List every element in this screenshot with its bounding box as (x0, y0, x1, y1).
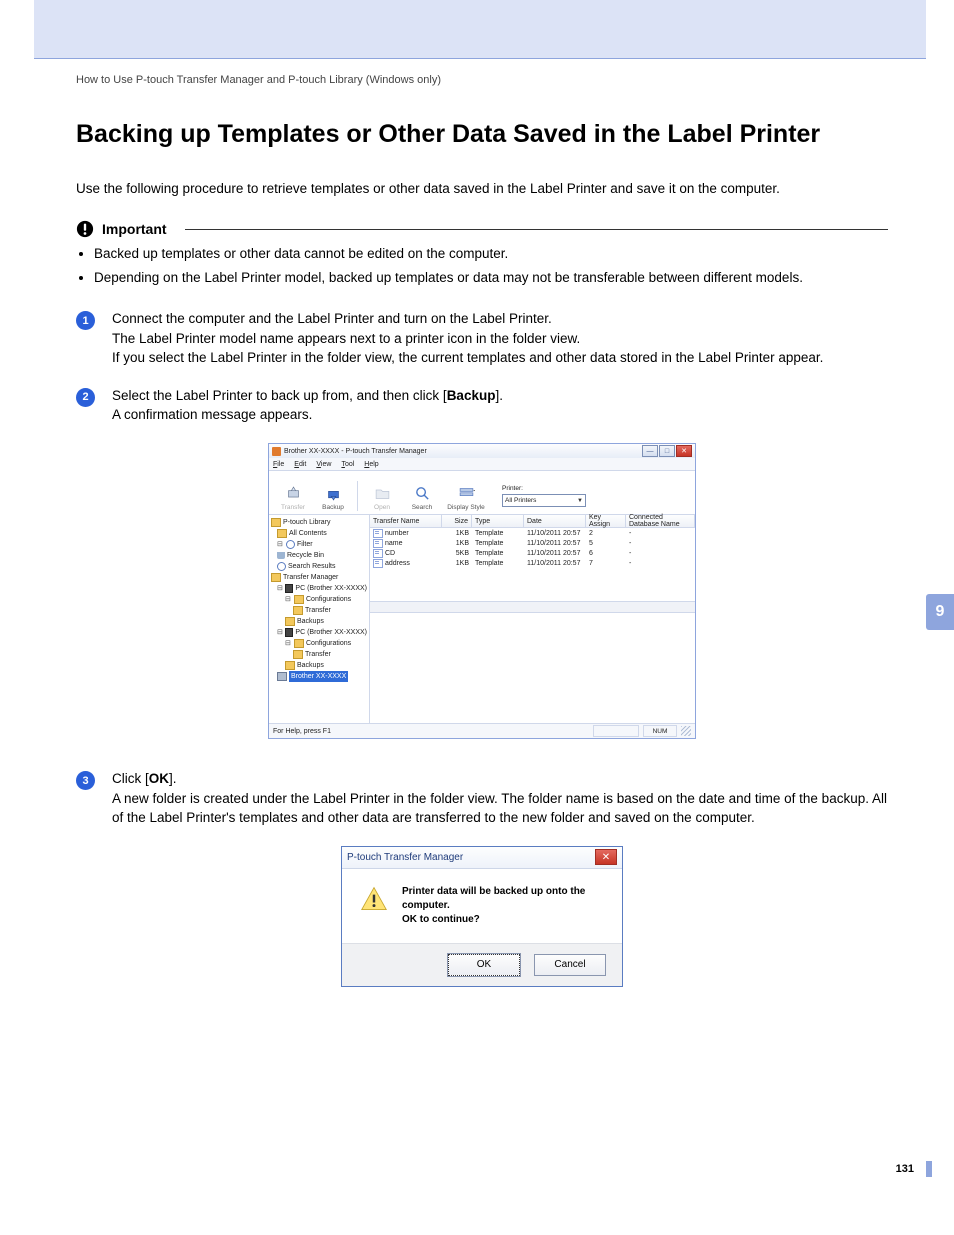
transfer-button[interactable]: Transfer (273, 475, 313, 511)
window-titlebar: Brother XX-XXXX - P-touch Transfer Manag… (269, 444, 695, 458)
step-number: 1 (76, 309, 96, 368)
maximize-button[interactable]: □ (659, 445, 675, 457)
file-list: Transfer Name Size Type Date Key Assign … (370, 515, 695, 723)
printer-dropdown[interactable]: All Printers▼ (502, 494, 586, 507)
list-row[interactable]: name1KBTemplate11/10/2011 20:575- (370, 538, 695, 548)
toolbar: Transfer Backup Open Search Display (269, 471, 695, 515)
search-button[interactable]: Search (402, 475, 442, 511)
list-row[interactable]: address1KBTemplate11/10/2011 20:577- (370, 558, 695, 568)
list-row[interactable]: CD5KBTemplate11/10/2011 20:576- (370, 548, 695, 558)
important-bullet: Backed up templates or other data cannot… (94, 244, 888, 264)
transfer-icon (285, 485, 302, 502)
menu-help[interactable]: Help (364, 461, 378, 468)
step: 1 Connect the computer and the Label Pri… (76, 309, 888, 368)
page-number: 131 (896, 1163, 914, 1175)
tree-node-selected[interactable]: Brother XX-XXXX (271, 671, 367, 682)
tree-node[interactable]: P-touch Library (271, 517, 367, 528)
window-body: P-touch Library All Contents ⊟Filter Rec… (269, 515, 695, 723)
folder-tree: P-touch Library All Contents ⊟Filter Rec… (269, 515, 370, 723)
col-type[interactable]: Type (472, 515, 524, 527)
resize-grip-icon[interactable] (681, 726, 691, 736)
display-style-icon (458, 485, 475, 502)
list-header: Transfer Name Size Type Date Key Assign … (370, 515, 695, 528)
important-rule (185, 229, 888, 230)
app-icon (272, 447, 281, 456)
menu-file[interactable]: File (273, 461, 284, 468)
chevron-down-icon: ▼ (577, 498, 583, 504)
important-header: Important (76, 220, 888, 238)
step-body: Connect the computer and the Label Print… (112, 309, 888, 368)
close-button[interactable]: ✕ (676, 445, 692, 457)
app-window-screenshot: Brother XX-XXXX - P-touch Transfer Manag… (268, 443, 696, 739)
statusbar: For Help, press F1 NUM (269, 723, 695, 738)
status-text: For Help, press F1 (273, 728, 331, 735)
window-title: Brother XX-XXXX - P-touch Transfer Manag… (284, 448, 427, 455)
warning-icon (360, 885, 388, 927)
tree-node[interactable]: Backups (271, 616, 367, 627)
chapter-tab: 9 (926, 594, 954, 630)
open-icon (374, 485, 391, 502)
status-num: NUM (643, 725, 677, 737)
confirmation-dialog: P-touch Transfer Manager ✕ Printer data … (341, 846, 623, 987)
step-number: 3 (76, 769, 96, 828)
backup-icon (325, 485, 342, 502)
menu-view[interactable]: View (316, 461, 331, 468)
dialog-message: Printer data will be backed up onto the … (402, 885, 604, 927)
menubar: File Edit View Tool Help (269, 458, 695, 471)
dialog-close-button[interactable]: ✕ (595, 849, 617, 865)
menu-edit[interactable]: Edit (294, 461, 306, 468)
menu-tool[interactable]: Tool (341, 461, 354, 468)
preview-pane (370, 612, 695, 723)
dialog-titlebar: P-touch Transfer Manager ✕ (342, 847, 622, 869)
step-body: Click [OK]. A new folder is created unde… (112, 769, 888, 828)
step: 2 Select the Label Printer to back up fr… (76, 386, 888, 425)
status-cell (593, 725, 639, 737)
minimize-button[interactable]: — (642, 445, 658, 457)
tree-node[interactable]: ⊟Configurations (271, 594, 367, 605)
tree-node[interactable]: Transfer (271, 649, 367, 660)
exclamation-icon (76, 220, 94, 238)
list-row[interactable]: number1KBTemplate11/10/2011 20:572- (370, 528, 695, 538)
tree-node[interactable]: ⊟Configurations (271, 638, 367, 649)
content: How to Use P-touch Transfer Manager and … (0, 74, 954, 987)
col-db[interactable]: Connected Database Name (626, 515, 695, 527)
search-icon (414, 485, 431, 502)
important-title: Important (102, 221, 167, 237)
page-number-accent (926, 1161, 932, 1177)
tree-node[interactable]: Backups (271, 660, 367, 671)
page-title: Backing up Templates or Other Data Saved… (76, 118, 888, 151)
horizontal-scrollbar[interactable] (370, 601, 695, 612)
tree-node[interactable]: Transfer Manager (271, 572, 367, 583)
page: How to Use P-touch Transfer Manager and … (0, 0, 954, 1235)
col-key[interactable]: Key Assign (586, 515, 626, 527)
list-rows: number1KBTemplate11/10/2011 20:572- name… (370, 528, 695, 601)
col-name[interactable]: Transfer Name (370, 515, 442, 527)
important-bullet: Depending on the Label Printer model, ba… (94, 268, 888, 288)
open-button[interactable]: Open (362, 475, 402, 511)
important-list: Backed up templates or other data cannot… (76, 244, 888, 287)
col-size[interactable]: Size (442, 515, 472, 527)
intro-paragraph: Use the following procedure to retrieve … (76, 179, 888, 199)
tree-node[interactable]: ⊟Filter (271, 539, 367, 550)
ok-button[interactable]: OK (448, 954, 520, 976)
tree-node[interactable]: Transfer (271, 605, 367, 616)
col-date[interactable]: Date (524, 515, 586, 527)
printer-selector: Printer: All Printers▼ (502, 481, 586, 511)
step: 3 Click [OK]. A new folder is created un… (76, 769, 888, 828)
step-number: 2 (76, 386, 96, 425)
tree-node[interactable]: ⊟PC (Brother XX-XXXX) (271, 627, 367, 638)
step-body: Select the Label Printer to back up from… (112, 386, 888, 425)
backup-button[interactable]: Backup (313, 475, 353, 511)
dialog-title: P-touch Transfer Manager (347, 852, 463, 863)
display-style-button[interactable]: Display Style (442, 475, 490, 511)
cancel-button[interactable]: Cancel (534, 954, 606, 976)
breadcrumb: How to Use P-touch Transfer Manager and … (76, 74, 888, 86)
dialog-buttons: OK Cancel (342, 943, 622, 986)
tree-node[interactable]: All Contents (271, 528, 367, 539)
header-band (34, 0, 926, 59)
tree-node[interactable]: Recycle Bin (271, 550, 367, 561)
tree-node[interactable]: Search Results (271, 561, 367, 572)
tree-node[interactable]: ⊟PC (Brother XX-XXXX) (271, 583, 367, 594)
